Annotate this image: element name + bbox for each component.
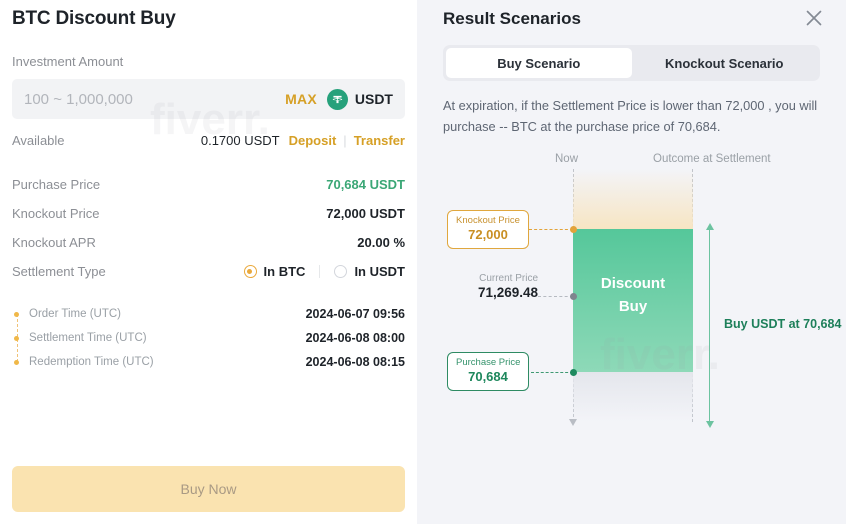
band-label-line2: Buy [618,298,648,315]
transfer-link[interactable]: Transfer [354,133,405,148]
investment-amount-input[interactable] [24,90,286,108]
info-value: 72,000 USDT [326,206,405,221]
tag-value: 72,000 [468,227,508,242]
axis-label-outcome: Outcome at Settlement [653,153,771,165]
max-button[interactable]: MAX [285,91,317,107]
available-value: 0.1700 USDT [200,133,280,148]
info-key: Knockout Price [12,206,100,221]
tab-knockout-scenario[interactable]: Knockout Scenario [632,48,818,78]
buy-now-button[interactable]: Buy Now [12,466,405,512]
scenario-tabs: Buy Scenario Knockout Scenario [443,45,820,81]
close-icon[interactable] [802,6,826,30]
discount-buy-dialog: BTC Discount Buy Investment Amount MAX U… [0,0,846,524]
info-row-knockout-price: Knockout Price 72,000 USDT [12,199,405,228]
radio-option-in-btc[interactable]: In BTC [243,264,306,279]
info-row-knockout-apr: Knockout APR 20.00 % [12,228,405,257]
radio-label: In USDT [354,264,405,279]
timeline-key: Redemption Time (UTC) [29,356,154,368]
info-row-settlement-type: Settlement Type In BTC In USDT [12,257,405,286]
timeline-item-settlement-time: Settlement Time (UTC) 2024-06-08 08:00 [12,326,405,350]
timeline-value: 2024-06-07 09:56 [305,307,405,321]
connector-purchase [531,372,573,373]
connector-knockout [529,229,573,230]
band-above-knockout [573,169,693,229]
tag-purchase-price: Purchase Price 70,684 [447,352,529,391]
link-divider: | [343,133,347,148]
timeline-item-redemption-time: Redemption Time (UTC) 2024-06-08 08:15 [12,350,405,374]
connector-current [538,296,573,297]
band-below-purchase [573,372,693,422]
investment-amount-field[interactable]: MAX USDT [12,79,405,119]
tag-caption: Current Price [479,273,538,284]
radio-option-in-usdt[interactable]: In USDT [334,264,405,279]
timeline-value: 2024-06-08 08:15 [305,355,405,369]
radio-label: In BTC [263,264,306,279]
timeline-list: Order Time (UTC) 2024-06-07 09:56 Settle… [12,302,405,374]
info-key: Purchase Price [12,177,101,192]
scenario-description: At expiration, if the Settlement Price i… [443,98,818,134]
info-value: 70,684 USDT [326,177,405,192]
page-title: BTC Discount Buy [12,8,176,29]
radio-mark-icon [334,265,348,278]
radio-mark-icon [243,265,257,278]
tag-caption: Knockout Price [456,215,520,226]
tag-value: 70,684 [468,369,508,384]
tag-current-price: Current Price 71,269.48 [443,273,538,301]
band-label-line1: Discount [600,275,666,292]
timeline-dot-icon [14,335,19,341]
tether-icon [326,88,348,110]
info-value: 20.00 % [357,235,405,250]
timeline-item-order-time: Order Time (UTC) 2024-06-07 09:56 [12,302,405,326]
info-row-purchase-price: Purchase Price 70,684 USDT [12,170,405,199]
timeline-dot-icon [14,311,19,317]
settlement-type-label: Settlement Type [12,264,106,279]
tag-value: 71,269.48 [477,285,538,300]
settlement-type-radio-group: In BTC In USDT [243,264,405,279]
timeline-value: 2024-06-08 08:00 [305,331,405,345]
order-form-panel: BTC Discount Buy Investment Amount MAX U… [0,0,417,524]
currency-label: USDT [354,91,393,107]
radio-divider [319,265,321,278]
available-row: Available 0.1700 USDT Deposit | Transfer [12,133,405,148]
marker-dot-purchase [570,369,577,376]
timeline-dot-icon [14,359,19,365]
range-arrow-icon [705,223,714,428]
tag-knockout-price: Knockout Price 72,000 [447,210,529,249]
investment-amount-label: Investment Amount [12,54,124,69]
outcome-annotation: Buy USDT at 70,684 [724,317,842,331]
timeline-key: Order Time (UTC) [29,308,121,320]
timeline-key: Settlement Time (UTC) [29,332,147,344]
result-scenarios-panel: Result Scenarios Buy Scenario Knockout S… [417,0,846,524]
band-label-discount-buy: Discount Buy [573,272,693,318]
marker-dot-knockout [570,226,577,233]
info-key: Knockout APR [12,235,96,250]
axis-label-now: Now [555,153,579,165]
tag-caption: Purchase Price [456,357,521,368]
order-info-list: Purchase Price 70,684 USDT Knockout Pric… [12,170,405,286]
available-label: Available [12,133,65,148]
marker-dot-current [570,293,577,300]
deposit-link[interactable]: Deposit [289,133,337,148]
payoff-diagram: Now Outcome at Settlement Discount Buy K… [443,147,841,447]
result-scenarios-title: Result Scenarios [443,9,581,28]
tab-buy-scenario[interactable]: Buy Scenario [446,48,632,78]
